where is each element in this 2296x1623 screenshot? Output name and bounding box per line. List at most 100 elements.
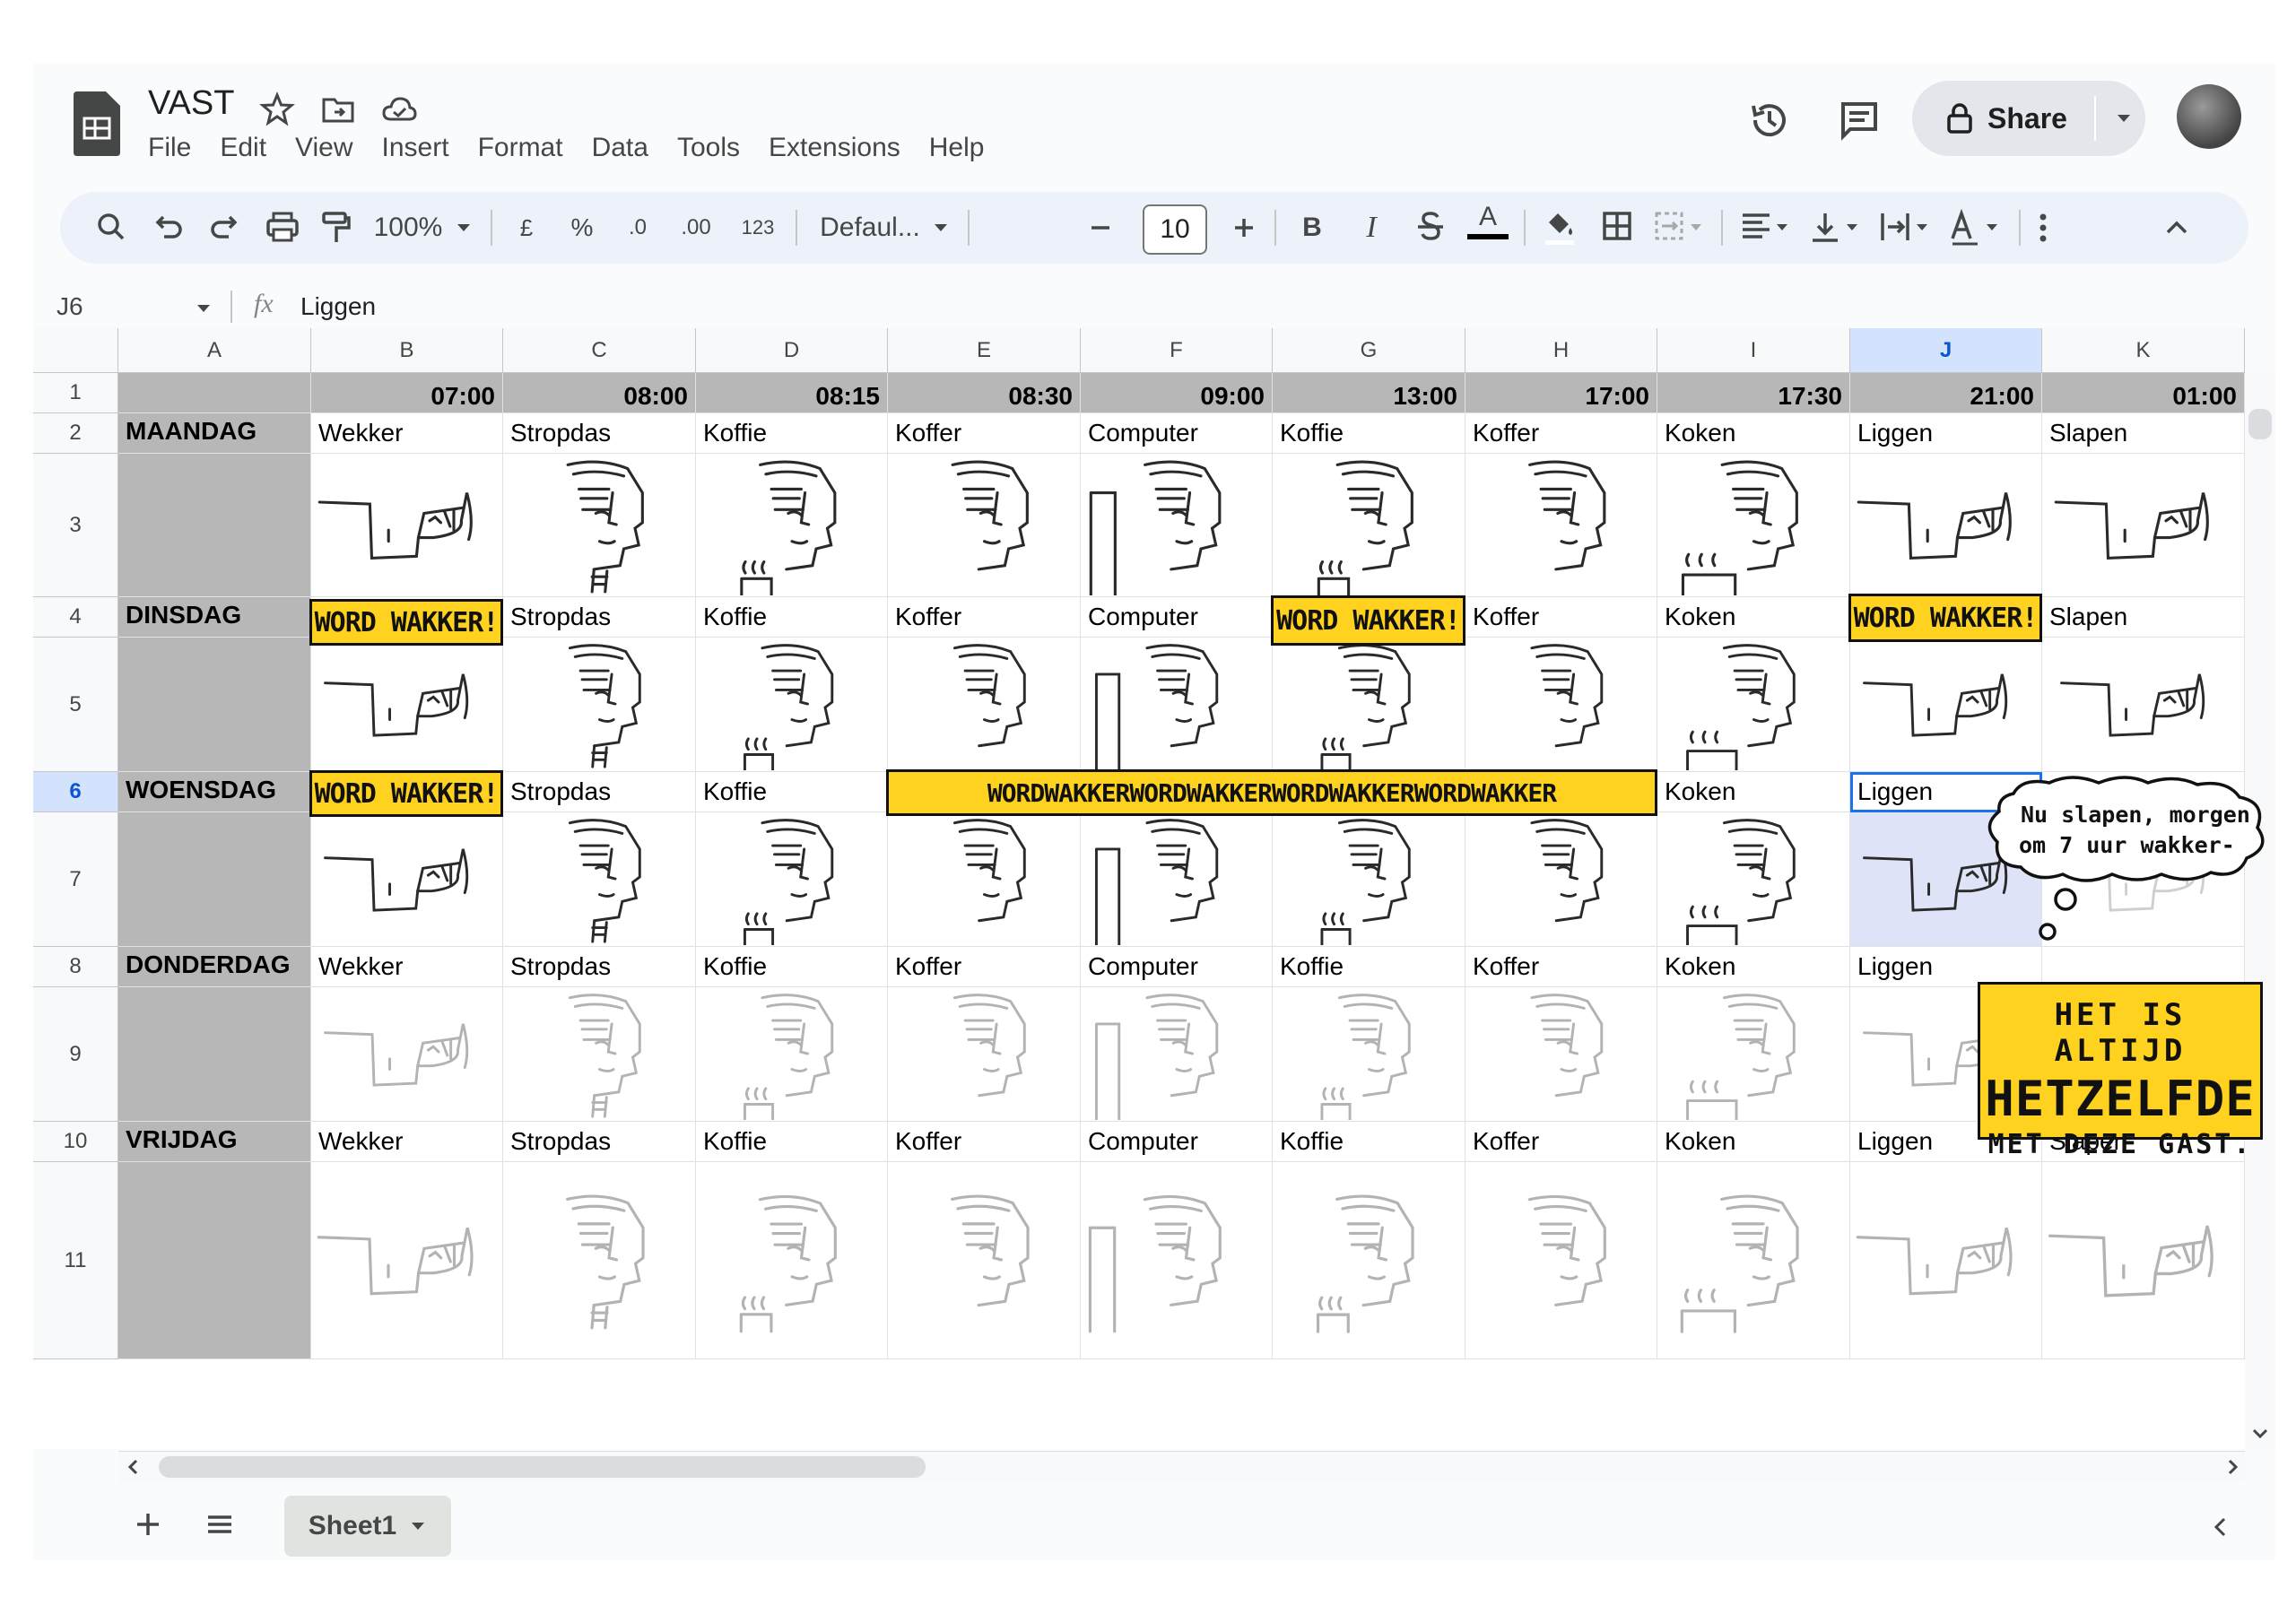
activity-cell[interactable]: Stropdas [503, 1122, 696, 1162]
row-header-2[interactable]: 2 [33, 413, 118, 454]
day-picture-cell[interactable] [118, 1162, 311, 1359]
time-header-cell[interactable]: 07:00 [311, 373, 503, 413]
sheet-tab[interactable]: Sheet1 [284, 1496, 451, 1557]
zoom-dropdown-icon[interactable] [453, 192, 474, 264]
activity-cell[interactable]: Koffie [1273, 413, 1465, 454]
row-header-4[interactable]: 4 [33, 597, 118, 638]
menu-extensions[interactable]: Extensions [769, 133, 900, 163]
search-menus-icon[interactable] [92, 192, 132, 264]
side-panel-toggle-icon[interactable] [2207, 1514, 2234, 1541]
cloud-saved-icon[interactable] [381, 91, 417, 127]
time-header-cell[interactable]: 13:00 [1273, 373, 1465, 413]
activity-cell[interactable]: Stropdas [503, 947, 696, 987]
vertical-align-icon[interactable] [1805, 192, 1868, 264]
time-header-cell[interactable]: 17:30 [1657, 373, 1850, 413]
text-wrapping-icon[interactable] [1875, 192, 1938, 264]
time-header-cell[interactable]: 21:00 [1850, 373, 2042, 413]
activity-cell[interactable]: Koken [1657, 597, 1850, 638]
zoom-select[interactable]: 100% [365, 192, 451, 264]
day-label-cell[interactable]: VRIJDAG [118, 1122, 311, 1162]
decrease-font-size-icon[interactable] [1083, 192, 1118, 264]
more-options-icon[interactable] [2030, 192, 2057, 264]
increase-font-size-icon[interactable] [1226, 192, 1262, 264]
activity-cell[interactable]: Koffer [888, 1122, 1081, 1162]
scroll-left-icon[interactable] [123, 1456, 144, 1478]
activity-cell[interactable]: Koffie [696, 772, 888, 812]
activity-cell[interactable]: Koken [1657, 947, 1850, 987]
row-header-6[interactable]: 6 [33, 772, 118, 812]
merge-cells-icon[interactable] [1649, 192, 1710, 264]
column-header-a[interactable]: A [118, 328, 311, 373]
row-header-9[interactable]: 9 [33, 987, 118, 1122]
menu-data[interactable]: Data [592, 133, 648, 163]
activity-cell[interactable]: Wekker [311, 413, 503, 454]
decrease-decimal-button[interactable]: .0 [618, 192, 657, 264]
borders-icon[interactable] [1597, 192, 1637, 264]
menu-view[interactable]: View [295, 133, 352, 163]
version-history-icon[interactable] [1748, 99, 1791, 142]
activity-cell[interactable]: Wekker [311, 947, 503, 987]
sheets-logo-icon[interactable] [74, 91, 120, 156]
time-header-cell[interactable]: 09:00 [1081, 373, 1273, 413]
activity-cell[interactable]: Stropdas [503, 597, 696, 638]
menu-edit[interactable]: Edit [220, 133, 266, 163]
font-size-input[interactable]: 10 [1143, 204, 1207, 255]
bold-button[interactable]: B [1294, 192, 1330, 264]
activity-cell[interactable]: Koffie [696, 1122, 888, 1162]
row-header-3[interactable]: 3 [33, 454, 118, 597]
paint-format-icon[interactable] [318, 192, 354, 264]
column-header-d[interactable]: D [696, 328, 888, 373]
activity-cell[interactable]: Computer [1081, 597, 1273, 638]
undo-icon[interactable] [150, 192, 186, 264]
time-header-cell[interactable]: 01:00 [2042, 373, 2245, 413]
column-header-e[interactable]: E [888, 328, 1081, 373]
fill-color-icon[interactable] [1540, 192, 1579, 264]
currency-format-button[interactable]: £ [509, 192, 544, 264]
name-box[interactable]: J6 [57, 292, 83, 321]
column-header-k[interactable]: K [2042, 328, 2245, 373]
increase-decimal-button[interactable]: .00 [674, 192, 718, 264]
menu-insert[interactable]: Insert [382, 133, 449, 163]
formula-input[interactable]: Liggen [300, 292, 376, 321]
row-header-8[interactable]: 8 [33, 947, 118, 987]
row-header-10[interactable]: 10 [33, 1122, 118, 1162]
font-dropdown-icon[interactable] [930, 192, 952, 264]
activity-cell[interactable]: Koffer [888, 413, 1081, 454]
menu-file[interactable]: File [148, 133, 191, 163]
column-header-f[interactable]: F [1081, 328, 1273, 373]
percent-format-button[interactable]: % [564, 192, 600, 264]
select-all-corner[interactable] [33, 328, 118, 373]
activity-cell[interactable]: Computer [1081, 1122, 1273, 1162]
avatar[interactable] [2177, 84, 2241, 149]
activity-cell[interactable]: Koffie [1273, 1122, 1465, 1162]
cell-grid[interactable]: A B C D E F G H I J K 1 2 3 4 5 6 7 8 9 10 11 07:00 08:00 08:15 0… [33, 328, 2245, 1449]
day-picture-cell[interactable] [118, 987, 311, 1122]
activity-cell[interactable]: Koffer [1465, 1122, 1657, 1162]
share-dropdown-icon[interactable] [2116, 113, 2132, 124]
time-header-cell[interactable]: 08:30 [888, 373, 1081, 413]
activity-cell[interactable]: Slapen [2042, 597, 2245, 638]
activity-cell[interactable]: Slapen [2042, 413, 2245, 454]
day-picture-cell[interactable] [118, 638, 311, 772]
cell-a1[interactable] [118, 373, 311, 413]
share-button[interactable]: Share [1912, 81, 2145, 156]
column-header-b[interactable]: B [311, 328, 503, 373]
activity-cell[interactable]: Koken [1657, 413, 1850, 454]
column-header-i[interactable]: I [1657, 328, 1850, 373]
text-color-button[interactable]: A [1466, 192, 1509, 249]
activity-cell[interactable]: Koffer [1465, 413, 1657, 454]
activity-cell[interactable]: Koffer [888, 597, 1081, 638]
document-title[interactable]: VAST [148, 84, 234, 123]
menu-tools[interactable]: Tools [677, 133, 740, 163]
day-label-cell[interactable]: MAANDAG [118, 413, 311, 454]
time-header-cell[interactable]: 17:00 [1465, 373, 1657, 413]
day-label-cell[interactable]: DONDERDAG [118, 947, 311, 987]
activity-cell[interactable]: Koffer [888, 947, 1081, 987]
activity-cell[interactable]: Koffer [1465, 597, 1657, 638]
activity-cell[interactable]: Liggen [1850, 413, 2042, 454]
font-select[interactable]: Defaul... [812, 192, 928, 264]
collapse-toolbar-icon[interactable] [2159, 192, 2195, 264]
row-header-5[interactable]: 5 [33, 638, 118, 772]
italic-button[interactable]: I [1353, 192, 1389, 264]
day-picture-cell[interactable] [118, 812, 311, 947]
